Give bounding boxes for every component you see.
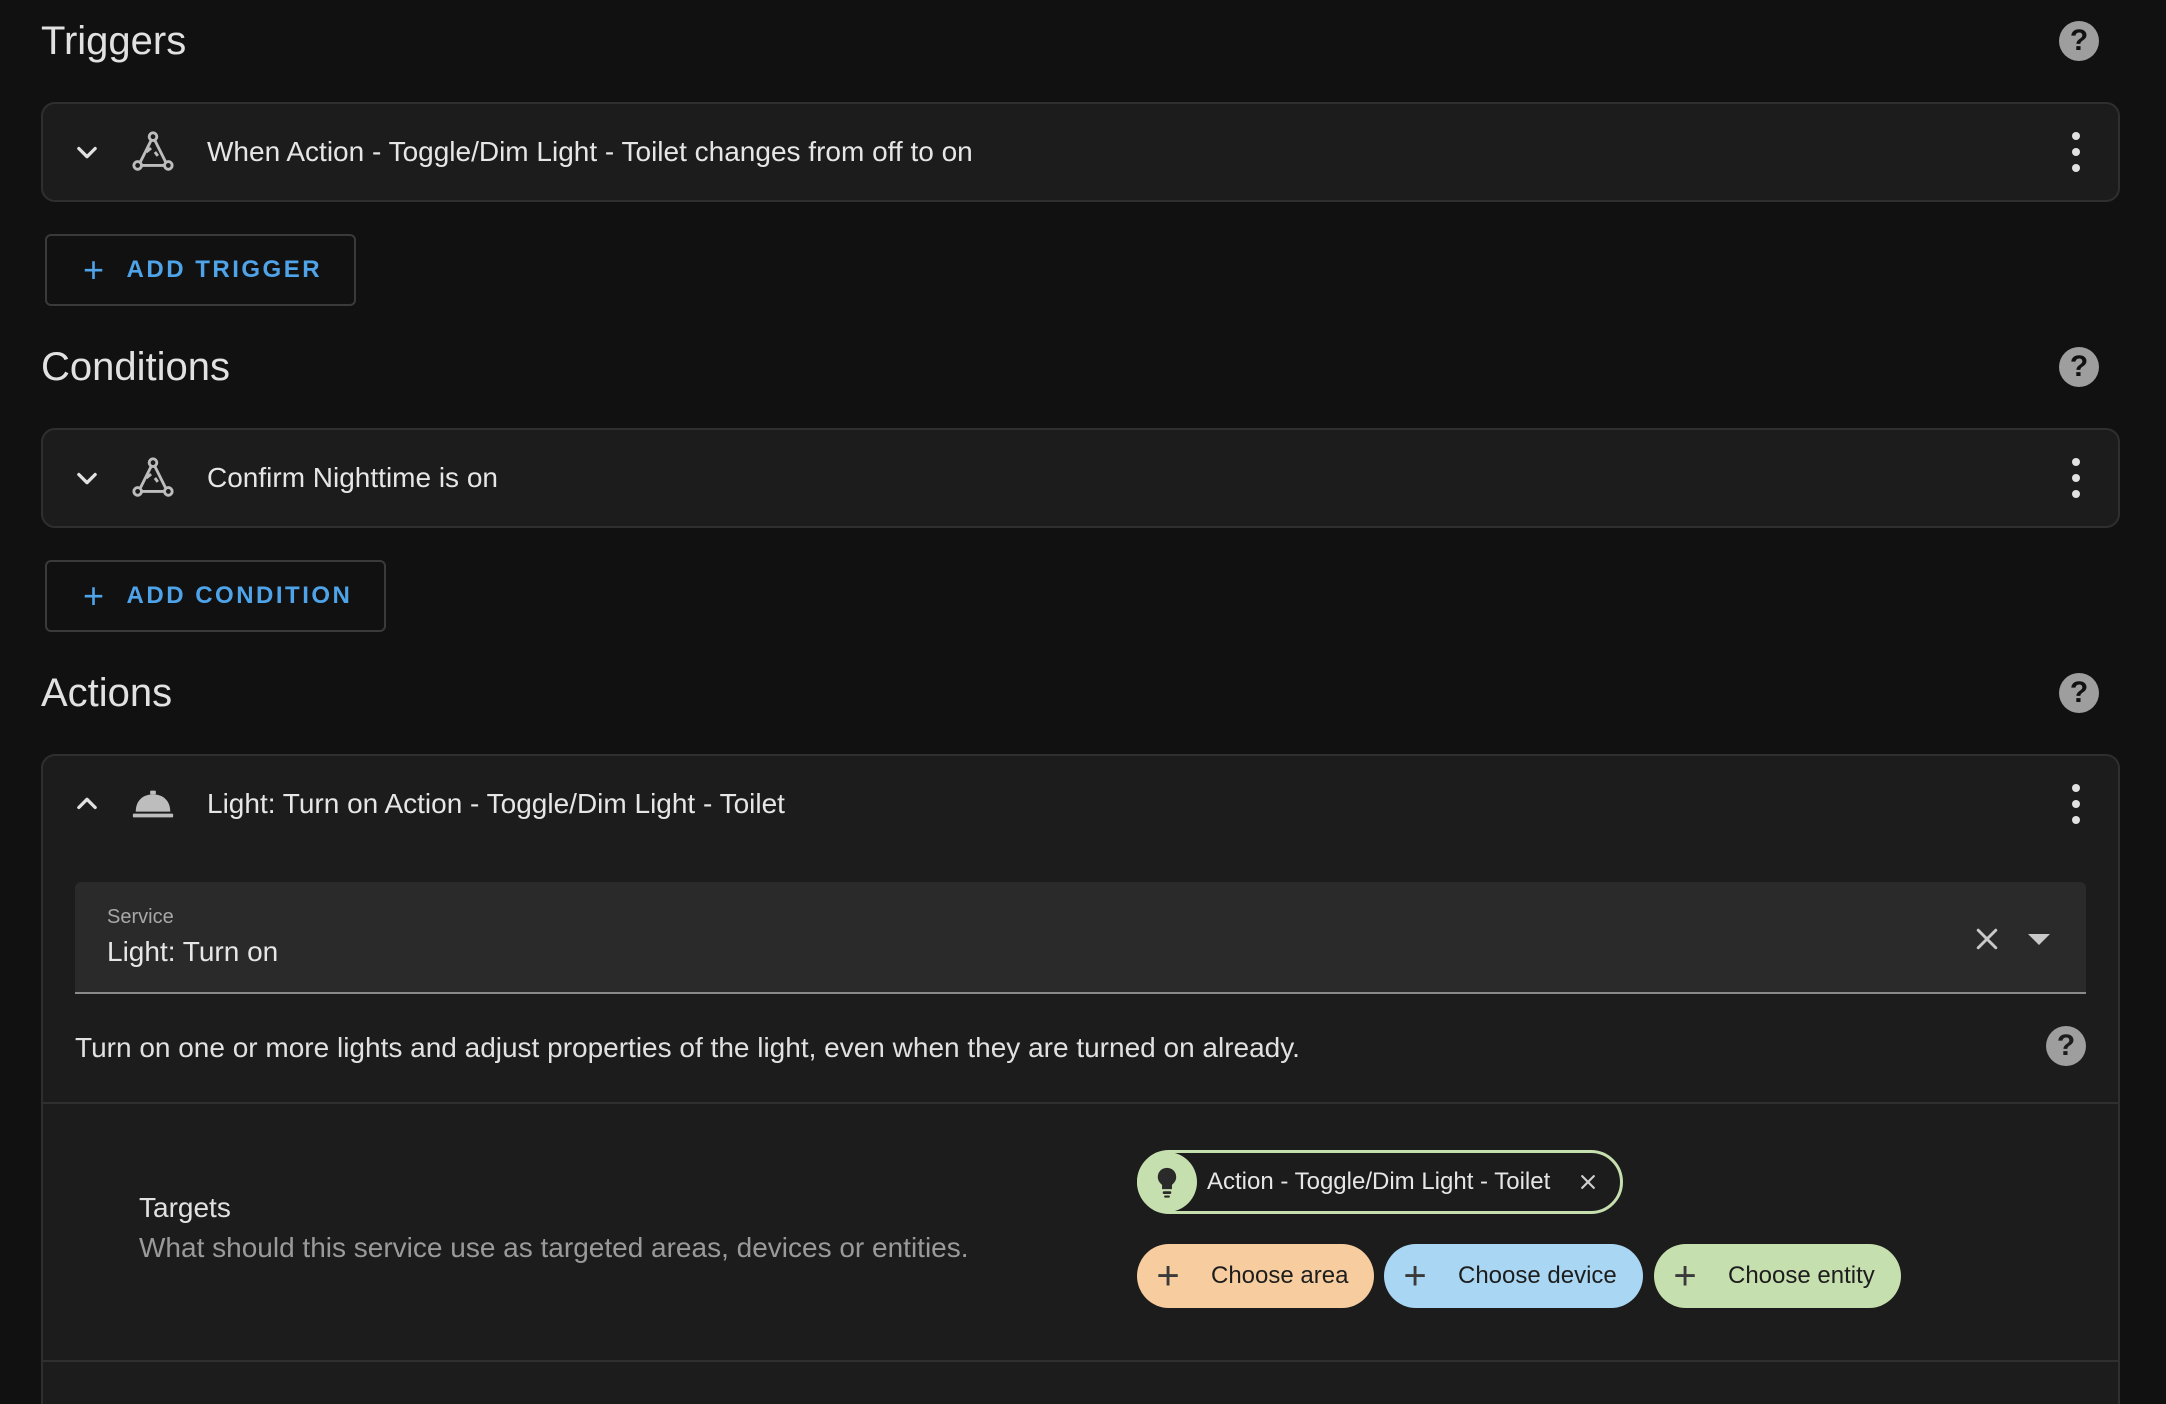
clear-icon[interactable]	[1972, 924, 2002, 954]
lightbulb-icon	[1137, 1152, 1197, 1212]
chevron-up-icon[interactable]	[67, 784, 107, 824]
choose-area-button[interactable]: + Choose area	[1137, 1244, 1375, 1308]
plus-icon: +	[83, 575, 107, 616]
condition-row[interactable]: Confirm Nighttime is on	[43, 430, 2118, 526]
action-label: Light: Turn on Action - Toggle/Dim Light…	[207, 788, 785, 819]
dropdown-arrow-icon[interactable]	[2028, 934, 2050, 945]
plus-icon: +	[1673, 1254, 1697, 1298]
device-trigger-icon	[127, 126, 179, 178]
trigger-menu-icon[interactable]	[2070, 132, 2082, 172]
service-bell-icon	[127, 778, 179, 830]
trigger-row[interactable]: When Action - Toggle/Dim Light - Toilet …	[43, 104, 2118, 200]
choose-area-label: Choose area	[1211, 1262, 1349, 1289]
trigger-card[interactable]: When Action - Toggle/Dim Light - Toilet …	[41, 102, 2120, 202]
plus-icon: +	[83, 249, 107, 290]
actions-header: Actions ?	[41, 658, 2125, 728]
plus-icon: +	[1403, 1254, 1427, 1298]
add-condition-label: ADD CONDITION	[126, 582, 353, 609]
triggers-help-icon[interactable]: ?	[2059, 21, 2099, 61]
triggers-title: Triggers	[41, 18, 187, 63]
triggers-header: Triggers ?	[41, 6, 2125, 76]
selected-entity-chip[interactable]: Action - Toggle/Dim Light - Toilet	[1137, 1150, 1624, 1214]
service-field-value: Light: Turn on	[107, 936, 279, 967]
choose-entity-button[interactable]: + Choose entity	[1654, 1244, 1901, 1308]
actions-help-icon[interactable]: ?	[2059, 673, 2099, 713]
conditions-help-icon[interactable]: ?	[2059, 347, 2099, 387]
conditions-title: Conditions	[41, 344, 231, 389]
selected-entity-label: Action - Toggle/Dim Light - Toilet	[1207, 1168, 1551, 1195]
action-card: Light: Turn on Action - Toggle/Dim Light…	[41, 754, 2120, 1404]
action-row[interactable]: Light: Turn on Action - Toggle/Dim Light…	[43, 756, 2118, 852]
targets-description: What should this service use as targeted…	[139, 1232, 969, 1263]
choose-device-label: Choose device	[1458, 1262, 1617, 1289]
service-field-label: Service	[107, 906, 174, 928]
condition-menu-icon[interactable]	[2070, 458, 2082, 498]
conditions-header: Conditions ?	[41, 332, 2125, 402]
remove-entity-icon[interactable]	[1578, 1172, 1598, 1192]
chevron-down-icon[interactable]	[67, 132, 107, 172]
divider	[43, 1360, 2118, 1362]
service-select[interactable]: Service Light: Turn on	[75, 882, 2086, 994]
condition-label: Confirm Nighttime is on	[207, 462, 498, 493]
add-trigger-button[interactable]: + ADD TRIGGER	[45, 234, 357, 306]
add-trigger-label: ADD TRIGGER	[126, 256, 323, 283]
divider	[43, 1102, 2118, 1104]
service-description: Turn on one or more lights and adjust pr…	[75, 1032, 1300, 1063]
condition-card[interactable]: Confirm Nighttime is on	[41, 428, 2120, 528]
service-help-icon[interactable]: ?	[2046, 1026, 2086, 1066]
plus-icon: +	[1156, 1254, 1180, 1298]
trigger-label: When Action - Toggle/Dim Light - Toilet …	[207, 136, 973, 167]
chevron-down-icon[interactable]	[67, 458, 107, 498]
automation-editor: Triggers ? When Action - Toggle/Dim Ligh…	[0, 0, 2166, 1404]
add-condition-button[interactable]: + ADD CONDITION	[45, 560, 387, 632]
device-condition-icon	[127, 452, 179, 504]
choose-device-button[interactable]: + Choose device	[1384, 1244, 1643, 1308]
actions-title: Actions	[41, 670, 173, 715]
choose-entity-label: Choose entity	[1728, 1262, 1875, 1289]
action-menu-icon[interactable]	[2070, 784, 2082, 824]
targets-label: Targets	[139, 1192, 231, 1223]
